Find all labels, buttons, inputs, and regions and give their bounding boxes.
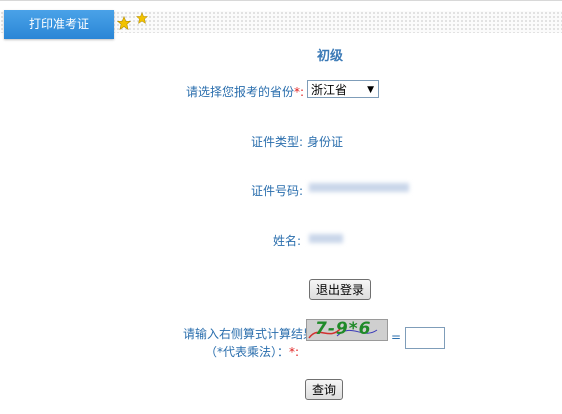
level-title: 初级 xyxy=(316,49,343,64)
name-value-redacted xyxy=(309,234,343,243)
id-number-value-redacted xyxy=(309,183,409,192)
captcha-image[interactable]: 7-9*6 xyxy=(306,319,388,341)
id-number-label: 证件号码: xyxy=(251,184,304,198)
province-label-text: 请选择您报考的省份 xyxy=(186,85,295,99)
top-divider xyxy=(0,0,562,1)
captcha-hint-text: （*代表乘法）： xyxy=(205,345,290,359)
equals-sign: = xyxy=(391,330,402,344)
print-admission-ticket-page: 打印准考证 初级 请选择您报考的省份*: 浙江省 ▼ 证件类型: 身份证 证件号… xyxy=(0,0,562,414)
province-select[interactable]: 浙江省 ▼ xyxy=(307,80,379,98)
tab-print-admission-ticket[interactable]: 打印准考证 xyxy=(4,10,114,39)
logout-button[interactable]: 退出登录 xyxy=(309,279,371,300)
required-mark: *: xyxy=(289,345,300,359)
id-type-value: 身份证 xyxy=(307,135,344,149)
province-select-value: 浙江省 xyxy=(311,83,348,97)
captcha-answer-input[interactable] xyxy=(405,327,445,349)
query-button[interactable]: 查询 xyxy=(305,379,343,400)
star-icon xyxy=(136,12,148,24)
captcha-expression: 7-9*6 xyxy=(315,319,372,339)
captcha-label: 请输入右侧算式计算结果 xyxy=(183,327,316,341)
province-label: 请选择您报考的省份*: xyxy=(186,83,304,100)
dropdown-arrow-icon[interactable]: ▼ xyxy=(367,81,374,99)
star-icon xyxy=(117,16,131,30)
name-label: 姓名: xyxy=(273,234,302,248)
captcha-hint: （*代表乘法）：*: xyxy=(205,343,299,360)
required-mark: *: xyxy=(294,85,305,99)
id-type-label: 证件类型: xyxy=(251,135,304,149)
